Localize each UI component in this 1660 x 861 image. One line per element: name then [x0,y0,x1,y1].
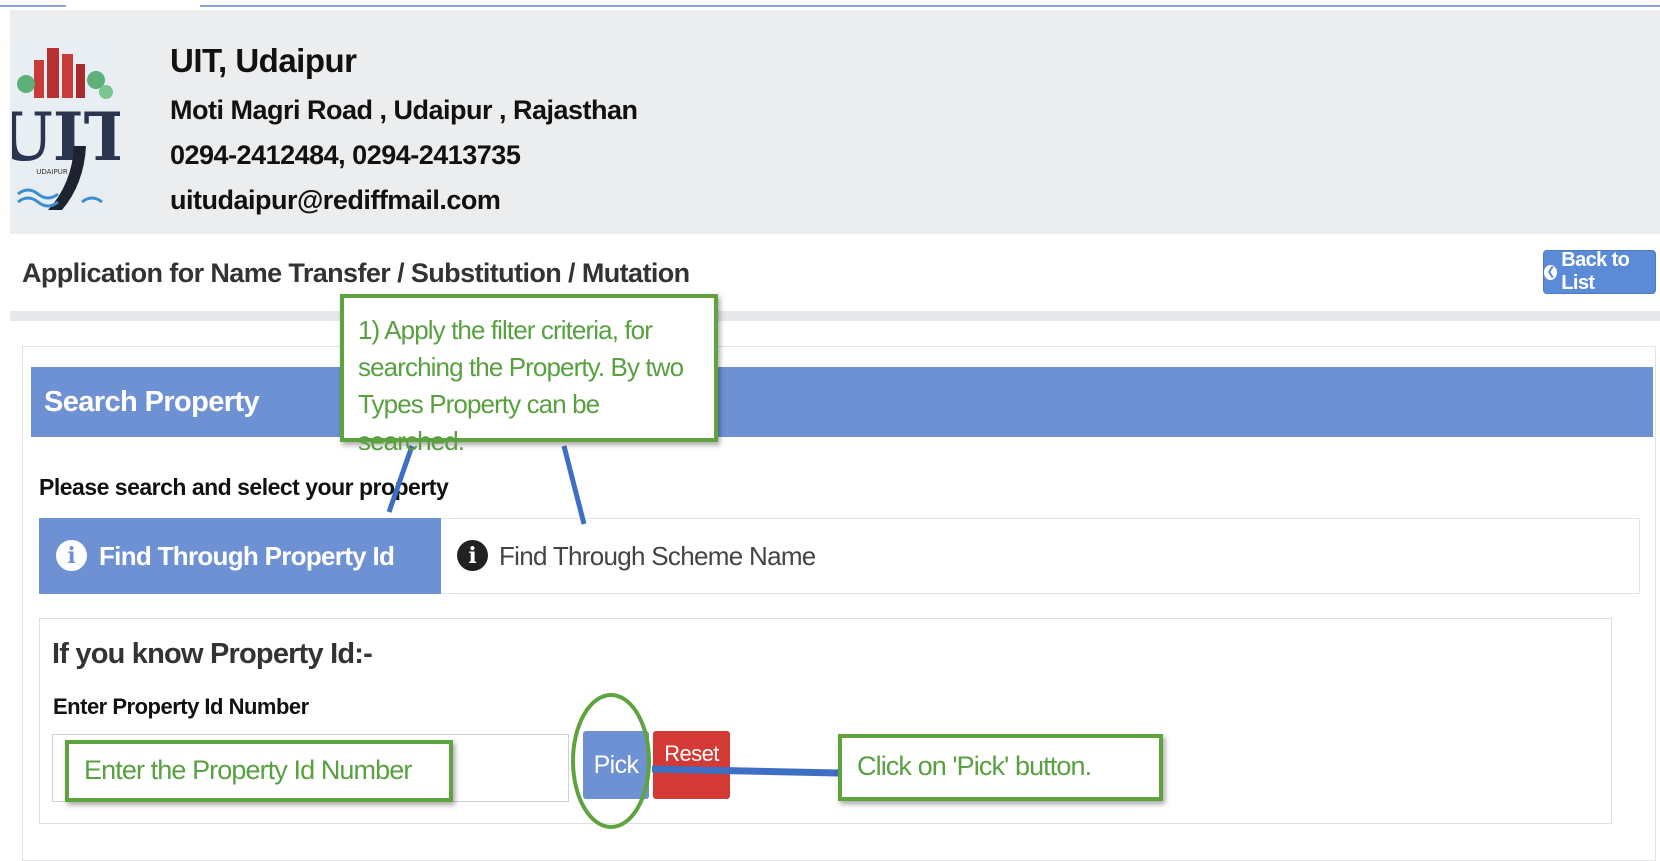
search-panel-header [31,367,1653,437]
top-rule-right [200,5,1660,7]
top-rule [0,0,1660,8]
info-icon: i [56,540,87,571]
property-id-heading: If you know Property Id:- [52,638,373,670]
org-header: UIT UDAIPUR UIT, Udaipur Moti Magri Road… [10,10,1660,234]
back-arrow-icon: ❮ [1544,264,1558,280]
top-rule-left [0,5,66,7]
logo-text: UIT [12,98,120,176]
pick-callout: Click on 'Pick' button. [838,734,1163,801]
filter-callout: 1) Apply the filter criteria, for search… [340,294,718,456]
tab-label: Find Through Scheme Name [499,541,816,571]
reset-button[interactable]: Reset [653,731,730,799]
property-id-field-label: Enter Property Id Number [53,694,309,719]
logo-subtext: UDAIPUR [36,168,68,176]
tab-find-through-property-id[interactable]: i Find Through Property Id [39,518,441,594]
tab-label: Find Through Property Id [99,541,395,571]
uit-logo-graphic: UIT UDAIPUR [12,48,120,210]
section-separator [10,311,1660,321]
uit-logo: UIT UDAIPUR [12,34,120,220]
back-to-list-button[interactable]: ❮ Back to List [1543,249,1656,294]
org-title: UIT, Udaipur [170,42,357,79]
pick-button[interactable]: Pick [583,731,649,799]
input-callout: Enter the Property Id Number [65,740,453,802]
info-icon: i [457,540,488,571]
page-title: Application for Name Transfer / Substitu… [22,258,690,288]
back-to-list-label: Back to List [1561,249,1630,294]
tab-find-through-scheme-name[interactable]: i Find Through Scheme Name [441,518,941,594]
org-phone: 0294-2412484, 0294-2413735 [170,140,521,170]
org-email: uitudaipur@rediffmail.com [170,185,501,215]
search-panel-title: Search Property [44,386,260,418]
org-address: Moti Magri Road , Udaipur , Rajasthan [170,95,638,125]
search-prompt: Please search and select your property [39,474,449,500]
